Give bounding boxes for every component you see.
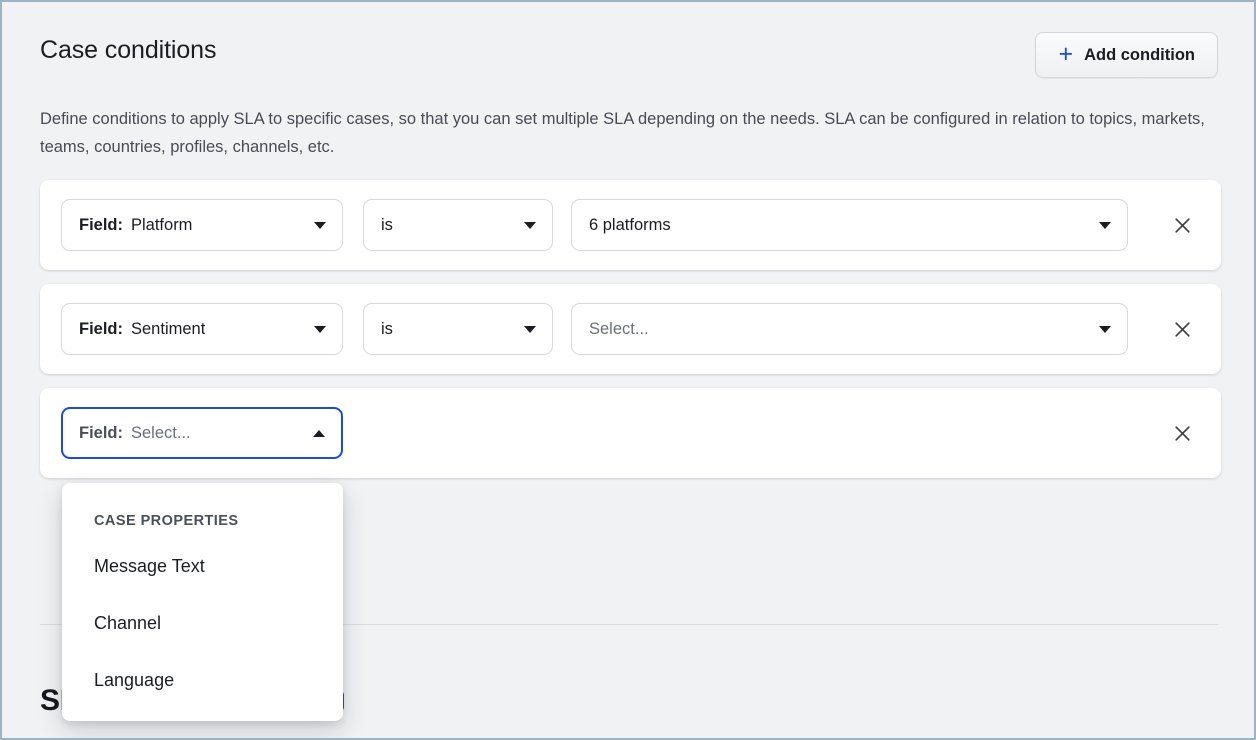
chevron-down-icon bbox=[524, 222, 536, 229]
chevron-down-icon bbox=[314, 222, 326, 229]
field-placeholder: Select... bbox=[131, 424, 191, 443]
remove-condition-button-2[interactable] bbox=[1167, 418, 1197, 448]
panel-description: Define conditions to apply SLA to specif… bbox=[40, 105, 1205, 161]
condition-row: Field: Select... bbox=[40, 388, 1221, 478]
value-select-0[interactable]: 6 platforms bbox=[571, 199, 1128, 251]
add-condition-label: Add condition bbox=[1084, 46, 1195, 65]
chevron-down-icon bbox=[1099, 222, 1111, 229]
value-placeholder: Select... bbox=[589, 320, 649, 339]
field-label: Field: bbox=[79, 216, 123, 235]
panel-header: Case conditions + Add condition bbox=[40, 32, 1218, 88]
chevron-down-icon bbox=[314, 326, 326, 333]
chevron-down-icon bbox=[524, 326, 536, 333]
close-icon bbox=[1173, 320, 1192, 339]
field-value: Sentiment bbox=[131, 320, 205, 339]
remove-condition-button-1[interactable] bbox=[1167, 314, 1197, 344]
condition-list: Field: Platform is 6 platforms Field: bbox=[40, 180, 1221, 492]
field-label: Field: bbox=[79, 320, 123, 339]
chevron-down-icon bbox=[1099, 326, 1111, 333]
chevron-up-icon bbox=[313, 430, 325, 437]
operator-select-1[interactable]: is bbox=[363, 303, 553, 355]
remove-condition-button-0[interactable] bbox=[1167, 210, 1197, 240]
app-viewport: Case conditions + Add condition Define c… bbox=[0, 0, 1256, 740]
value-value: 6 platforms bbox=[589, 216, 671, 235]
field-label: Field: bbox=[79, 424, 123, 443]
dropdown-item-channel[interactable]: Channel bbox=[62, 608, 343, 638]
operator-value: is bbox=[381, 216, 393, 235]
dropdown-item-message-text[interactable]: Message Text bbox=[62, 551, 343, 581]
condition-row: Field: Platform is 6 platforms bbox=[40, 180, 1221, 270]
dropdown-group-label: CASE PROPERTIES bbox=[62, 513, 343, 529]
page-title: Case conditions bbox=[40, 36, 216, 65]
field-select-2[interactable]: Field: Select... bbox=[61, 407, 343, 459]
add-condition-button[interactable]: + Add condition bbox=[1035, 32, 1218, 78]
field-dropdown-menu: CASE PROPERTIES Message Text Channel Lan… bbox=[62, 483, 343, 721]
operator-value: is bbox=[381, 320, 393, 339]
field-select-1[interactable]: Field: Sentiment bbox=[61, 303, 343, 355]
close-icon bbox=[1173, 424, 1192, 443]
value-select-1[interactable]: Select... bbox=[571, 303, 1128, 355]
plus-icon: + bbox=[1058, 42, 1073, 67]
dropdown-item-language[interactable]: Language bbox=[62, 665, 343, 695]
field-value: Platform bbox=[131, 216, 192, 235]
field-select-0[interactable]: Field: Platform bbox=[61, 199, 343, 251]
operator-select-0[interactable]: is bbox=[363, 199, 553, 251]
condition-row: Field: Sentiment is Select... bbox=[40, 284, 1221, 374]
close-icon bbox=[1173, 216, 1192, 235]
